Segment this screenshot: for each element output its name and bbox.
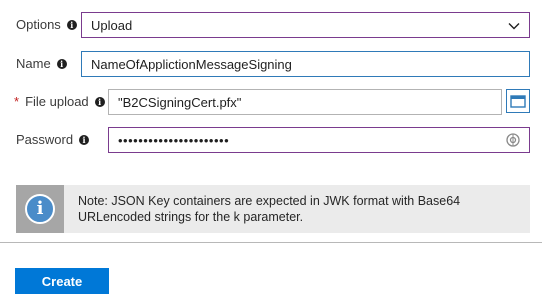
options-label-group: Options i (16, 17, 77, 32)
required-marker: * (14, 94, 20, 109)
password-row: Password i •••••••••••••••••••••• (0, 127, 542, 153)
options-selected-value: Upload (91, 17, 133, 33)
info-icon[interactable]: i (66, 19, 77, 30)
name-input[interactable]: NameOfApplictionMessageSigning (81, 51, 530, 77)
name-label: Name (16, 56, 51, 71)
name-input-value: NameOfApplictionMessageSigning (91, 56, 292, 72)
name-label-group: Name i (16, 56, 67, 71)
options-dropdown[interactable]: Upload (81, 12, 530, 38)
file-upload-label: File upload (25, 94, 89, 109)
password-input[interactable]: •••••••••••••••••••••• (108, 127, 530, 153)
file-upload-label-group: * File upload i (14, 94, 105, 109)
file-upload-input[interactable]: "B2CSigningCert.pfx" (108, 89, 502, 115)
chevron-down-icon (508, 23, 520, 30)
file-upload-row: * File upload i "B2CSigningCert.pfx" (0, 89, 542, 115)
create-button[interactable]: Create (15, 268, 109, 294)
password-value: •••••••••••••••••••••• (118, 132, 230, 148)
browse-file-button[interactable] (506, 89, 530, 113)
file-upload-value: "B2CSigningCert.pfx" (118, 94, 242, 110)
name-row: Name i NameOfApplictionMessageSigning (0, 51, 542, 77)
options-label: Options (16, 17, 61, 32)
options-row: Options i Upload (0, 12, 542, 38)
info-note: i Note: JSON Key containers are expected… (16, 185, 530, 233)
divider (0, 242, 542, 243)
note-text: Note: JSON Key containers are expected i… (78, 194, 461, 224)
password-label-group: Password i (16, 132, 90, 147)
password-label: Password (16, 132, 74, 147)
info-icon[interactable]: i (56, 58, 67, 69)
reveal-password-icon[interactable] (505, 132, 521, 148)
folder-icon (510, 95, 526, 108)
info-icon[interactable]: i (94, 96, 105, 107)
info-icon[interactable]: i (79, 134, 90, 145)
info-icon: i (25, 194, 55, 224)
note-icon-box: i (16, 185, 64, 233)
